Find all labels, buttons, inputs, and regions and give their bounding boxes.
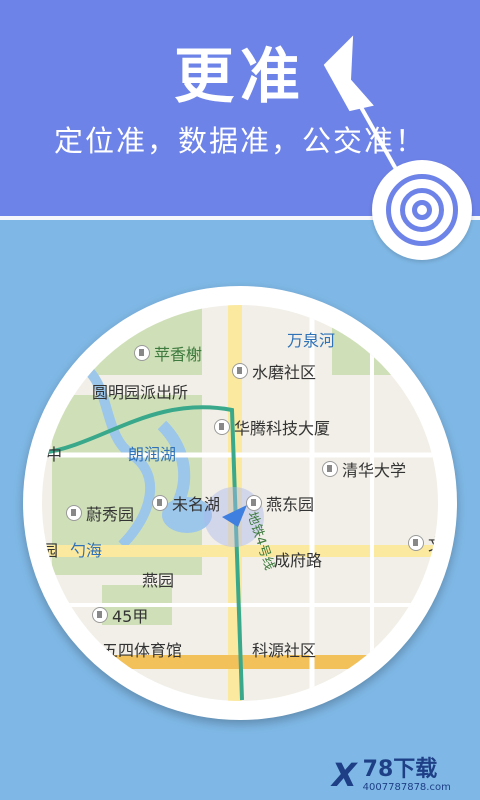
label-yuanmingyuan: 圆明园派出所: [92, 383, 189, 402]
poi-icon: [322, 461, 338, 477]
label-shuimo: 水磨社区: [232, 359, 316, 383]
label-huateng: 华腾科技大厦: [214, 415, 330, 439]
poi-icon: [66, 505, 82, 521]
poi-icon: [134, 345, 150, 361]
logo-icon: X: [332, 756, 357, 794]
label-weixiuyuan: 蔚秀园: [66, 501, 134, 525]
label-shaohai: 勺海: [70, 541, 103, 560]
poi-icon: [214, 419, 230, 435]
watermark-brand: 78下载: [362, 756, 438, 782]
target-icon: [372, 160, 472, 260]
label-langrunhu: 朗润湖: [128, 445, 177, 464]
label-zhong: 中: [46, 445, 63, 464]
label-wen: 文: [408, 531, 438, 555]
watermark-url: 4007787878.com: [362, 781, 451, 793]
poi-icon: [152, 495, 168, 511]
label-yuan: 园: [42, 541, 59, 560]
label-yanyuan: 燕园: [142, 571, 175, 590]
map-view[interactable]: 万泉河 苹香榭 水磨社区 圆明园派出所 华腾科技大厦 中 朗润湖 清华大学 未名…: [42, 305, 438, 701]
label-qinghua: 清华大学: [322, 457, 406, 481]
label-keyuan: 科源社区: [252, 641, 317, 660]
label-45jia: 45甲: [92, 603, 148, 627]
poi-icon: [92, 607, 108, 623]
label-wanquanhe: 万泉河: [287, 331, 336, 350]
poi-icon: [408, 535, 424, 551]
poi-icon: [232, 363, 248, 379]
label-chengfulu: 成府路: [274, 551, 323, 570]
label-weiminghu: 未名湖: [152, 491, 220, 515]
watermark: X 78下载 4007787878.com: [332, 752, 451, 798]
label-wusi: 五四体育馆: [102, 641, 183, 660]
label-weixiangshu: 苹香榭: [134, 341, 202, 365]
